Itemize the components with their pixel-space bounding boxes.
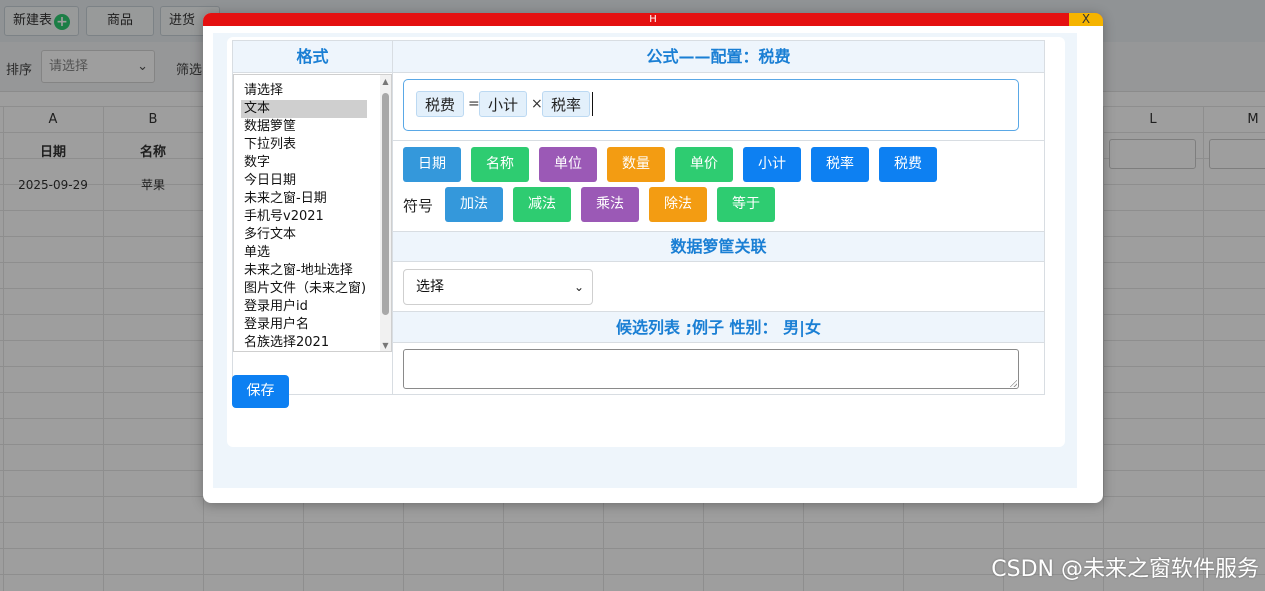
format-option[interactable]: 多行文本 [234, 226, 391, 244]
symbol-button[interactable]: 减法 [513, 187, 571, 222]
basket-header: 数据箩筐关联 [393, 232, 1044, 262]
formula-column: 公式——配置：税费 税费 = 小计 × 税率 日期 名称 单位 数量 单价 小计 税率 税费 … [393, 41, 1044, 394]
scrollbar-thumb[interactable] [382, 93, 389, 315]
symbol-label: 符号 [403, 197, 434, 215]
format-option[interactable]: 名族选择2021 [234, 334, 391, 351]
field-button[interactable]: 名称 [471, 147, 529, 182]
text-caret [592, 92, 593, 116]
scrollbar[interactable]: ▲ ▼ [380, 75, 391, 351]
config-table: 格式 请选择 文本 数据箩筐 下拉列表 数字 今日日期 未来之窗-日期 手机号v2021 多行文… [232, 40, 1045, 395]
format-option[interactable]: 数据箩筐 [234, 118, 391, 136]
symbol-button[interactable]: 加法 [445, 187, 503, 222]
symbol-button[interactable]: 等于 [717, 187, 775, 222]
chevron-down-icon: ⌄ [573, 280, 584, 294]
candidate-header: 候选列表 ;例子 性别： 男|女 [393, 312, 1044, 343]
format-option[interactable]: 数字 [234, 154, 391, 172]
field-button[interactable]: 税率 [811, 147, 869, 182]
watermark: CSDN @未来之窗软件服务 [991, 557, 1259, 582]
field-button[interactable]: 单位 [539, 147, 597, 182]
basket-select[interactable]: 选择 ⌄ [403, 269, 593, 305]
format-listbox[interactable]: 请选择 文本 数据箩筐 下拉列表 数字 今日日期 未来之窗-日期 手机号v2021 多行文本 单选… [233, 74, 392, 352]
field-button[interactable]: 日期 [403, 147, 461, 182]
format-option[interactable]: 未来之窗-地址选择 [234, 262, 391, 280]
format-option[interactable]: 手机号v2021 [234, 208, 391, 226]
format-header: 格式 [233, 41, 392, 73]
format-option[interactable]: 登录用户id [234, 298, 391, 316]
resize-handle-icon[interactable] [1009, 379, 1017, 387]
format-option[interactable]: 单选 [234, 244, 391, 262]
formula-config-dialog: H X 格式 请选择 文本 数据箩筐 下拉列表 数字 今日日期 未来之窗-日期 手机号v202… [203, 13, 1103, 503]
format-option[interactable]: 请选择 [234, 82, 391, 100]
format-option[interactable]: 登录用户名 [234, 316, 391, 334]
format-option[interactable]: 未来之窗-日期 [234, 190, 391, 208]
close-button[interactable]: X [1069, 13, 1103, 26]
formula-header: 公式——配置：税费 [393, 41, 1044, 73]
dialog-title-bar[interactable]: H [203, 13, 1103, 26]
format-option[interactable]: 下拉列表 [234, 136, 391, 154]
field-button[interactable]: 数量 [607, 147, 665, 182]
scroll-down-arrow-icon[interactable]: ▼ [381, 341, 390, 351]
format-option[interactable]: 今日日期 [234, 172, 391, 190]
format-column: 格式 请选择 文本 数据箩筐 下拉列表 数字 今日日期 未来之窗-日期 手机号v2021 多行文… [233, 41, 393, 394]
basket-select-value: 选择 [416, 279, 444, 295]
field-button[interactable]: 税费 [879, 147, 937, 182]
save-button[interactable]: 保存 [232, 375, 289, 408]
formula-token[interactable]: 税费 [416, 91, 465, 117]
formula-token[interactable]: 小计 [479, 91, 528, 117]
field-button[interactable]: 小计 [743, 147, 801, 182]
symbol-button[interactable]: 乘法 [581, 187, 639, 222]
formula-operator: = [468, 96, 480, 112]
symbol-button[interactable]: 除法 [649, 187, 707, 222]
format-option[interactable]: 文本 [241, 100, 367, 118]
format-option[interactable]: 图片文件（未来之窗) [234, 280, 391, 298]
scroll-up-arrow-icon[interactable]: ▲ [381, 77, 390, 87]
field-button[interactable]: 单价 [675, 147, 733, 182]
formula-token[interactable]: 税率 [542, 91, 591, 117]
candidate-list-textarea[interactable] [403, 349, 1019, 389]
formula-operator: × [531, 96, 543, 112]
formula-editor[interactable]: 税费 = 小计 × 税率 [403, 79, 1019, 131]
divider [393, 140, 1044, 141]
